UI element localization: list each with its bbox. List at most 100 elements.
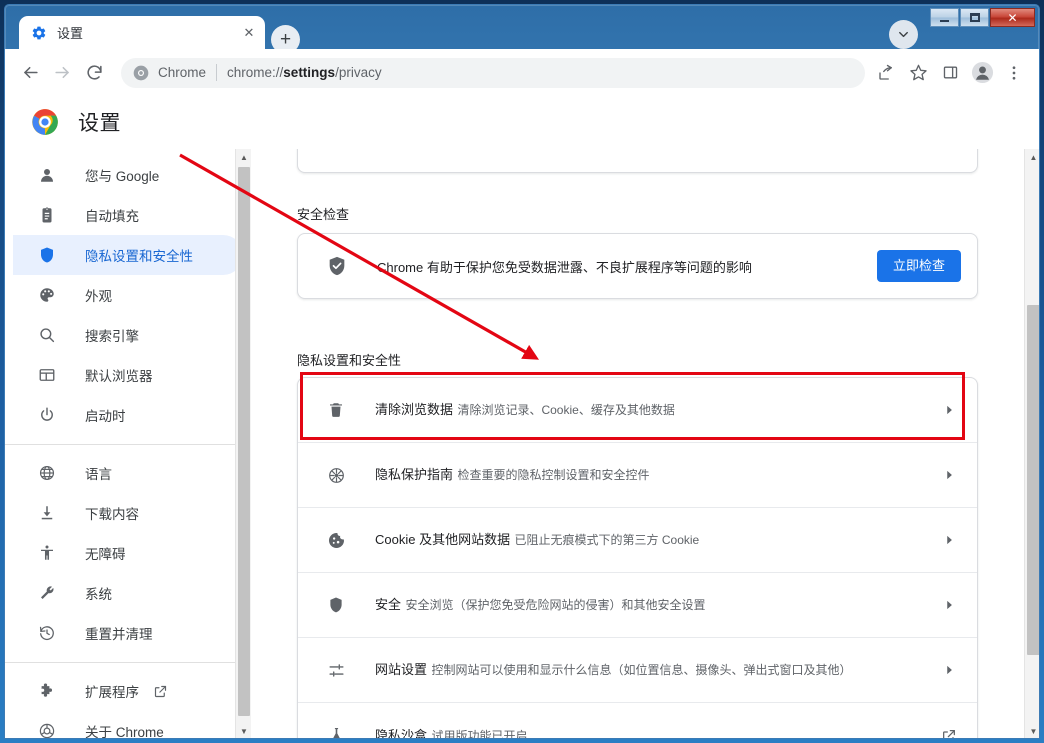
row-text: 安全 安全浏览（保护您免受危险网站的侵害）和其他安全设置 (375, 596, 939, 614)
tab-close-icon[interactable]: ✕ (241, 25, 257, 41)
globe-icon (37, 463, 57, 483)
sidebar-item-label: 下载内容 (85, 507, 139, 522)
sidebar-item-privacy-and-security[interactable]: 隐私设置和安全性 (13, 235, 243, 275)
sidebar-item-languages[interactable]: 语言 (13, 453, 243, 493)
external-link-icon[interactable] (939, 726, 959, 738)
side-panel-icon[interactable] (935, 58, 965, 88)
sidebar-item-label: 重置并清理 (85, 627, 153, 642)
sidebar-item-default-browser[interactable]: 默认浏览器 (13, 355, 243, 395)
row-clear-browsing-data[interactable]: 清除浏览数据 清除浏览记录、Cookie、缓存及其他数据 (298, 378, 977, 443)
sidebar-divider-2 (5, 662, 251, 663)
row-site-settings[interactable]: 网站设置 控制网站可以使用和显示什么信息（如位置信息、摄像头、弹出式窗口及其他） (298, 638, 977, 703)
chevron-right-icon[interactable] (939, 660, 959, 680)
sidebar-item-you-and-google[interactable]: 您与 Google (13, 155, 243, 195)
profile-avatar-icon[interactable] (967, 58, 997, 88)
chevron-right-icon[interactable] (939, 595, 959, 615)
window-close-button[interactable]: ✕ (990, 8, 1035, 27)
trash-icon (326, 400, 346, 420)
row-title: 安全 (375, 597, 402, 612)
row-title: 隐私保护指南 (375, 467, 454, 482)
sidebar-group-footer: 扩展程序 关于 Chrome (5, 671, 251, 738)
window-maximize-button[interactable] (960, 8, 989, 27)
row-security[interactable]: 安全 安全浏览（保护您免受危险网站的侵害）和其他安全设置 (298, 573, 977, 638)
card-above-fold (297, 149, 978, 173)
settings-scrollport: 安全检查 Chrome 有助于保护您免受数据泄露、不良扩展程序等问题的影响 立即… (252, 149, 1024, 739)
sidebar-scroll-up-arrow-icon[interactable]: ▲ (236, 149, 251, 166)
reload-icon[interactable] (79, 58, 109, 88)
bookmark-star-icon[interactable] (903, 58, 933, 88)
sidebar-item-downloads[interactable]: 下载内容 (13, 493, 243, 533)
row-text: 清除浏览数据 清除浏览记录、Cookie、缓存及其他数据 (375, 401, 939, 419)
sidebar-scrollbar-thumb[interactable] (238, 167, 250, 716)
share-icon[interactable] (871, 58, 901, 88)
chevron-right-icon[interactable] (939, 400, 959, 420)
main-scrollbar[interactable]: ▲ ▼ (1024, 149, 1039, 738)
puzzle-icon (37, 681, 57, 701)
sidebar-item-appearance[interactable]: 外观 (13, 275, 243, 315)
back-arrow-icon[interactable] (15, 58, 45, 88)
privacy-settings-list: 清除浏览数据 清除浏览记录、Cookie、缓存及其他数据 隐私保护指南 检查重要… (297, 377, 978, 739)
row-text: Cookie 及其他网站数据 已阻止无痕模式下的第三方 Cookie (375, 531, 939, 549)
window-minimize-button[interactable] (930, 8, 959, 27)
sidebar-item-system[interactable]: 系统 (13, 573, 243, 613)
row-title: 隐私沙盒 (375, 727, 428, 739)
cookie-icon (326, 530, 346, 550)
external-link-icon (153, 684, 168, 699)
url-suffix: /privacy (335, 65, 382, 80)
three-dot-menu-icon[interactable] (999, 58, 1029, 88)
settings-sidebar: 您与 Google 自动填充 隐私设置和安全性 外观 搜索引擎 默认浏览器 启动… (5, 149, 252, 738)
tab-search-chevron-down-icon[interactable] (889, 20, 918, 49)
sidebar-item-extensions[interactable]: 扩展程序 (13, 671, 243, 711)
sidebar-item-label: 隐私设置和安全性 (85, 249, 193, 264)
address-bar[interactable]: Chrome chrome://settings/privacy (121, 57, 865, 88)
main-scrollbar-thumb[interactable] (1027, 305, 1039, 655)
omnibox-site-label: Chrome (158, 65, 207, 80)
omnibox-separator (216, 64, 218, 81)
wrench-icon (37, 583, 57, 603)
person-icon (37, 165, 57, 185)
shield-icon (37, 245, 57, 265)
chevron-right-icon[interactable] (939, 465, 959, 485)
row-title: 清除浏览数据 (375, 402, 454, 417)
window-caption-buttons: ✕ (929, 8, 1035, 27)
sidebar-group-main: 您与 Google 自动填充 隐私设置和安全性 外观 搜索引擎 默认浏览器 启动… (5, 149, 251, 435)
row-text: 隐私保护指南 检查重要的隐私控制设置和安全控件 (375, 466, 939, 484)
chevron-right-icon[interactable] (939, 530, 959, 550)
sidebar-item-autofill[interactable]: 自动填充 (13, 195, 243, 235)
sidebar-group-secondary: 语言 下载内容 无障碍 系统 重置并清理 (5, 453, 251, 653)
row-subtitle: 试用版功能已开启 (431, 728, 528, 739)
sidebar-item-accessibility[interactable]: 无障碍 (13, 533, 243, 573)
row-privacy-guide[interactable]: 隐私保护指南 检查重要的隐私控制设置和安全控件 (298, 443, 977, 508)
settings-page: 设置 在设置中搜索 您与 Google (5, 96, 1039, 739)
settings-main-panel: 安全检查 Chrome 有助于保护您免受数据泄露、不良扩展程序等问题的影响 立即… (252, 149, 1039, 739)
search-icon (37, 325, 57, 345)
sidebar-scroll-down-arrow-icon[interactable]: ▼ (236, 723, 251, 738)
sidebar-item-on-startup[interactable]: 启动时 (13, 395, 243, 435)
page-title: 设置 (78, 112, 121, 135)
row-privacy-sandbox[interactable]: 隐私沙盒 试用版功能已开启 (298, 703, 977, 739)
url-prefix: chrome:// (227, 65, 284, 80)
url-bold: settings (283, 65, 336, 80)
power-icon (37, 405, 57, 425)
tab-title: 设置 (57, 26, 84, 41)
safety-check-card: Chrome 有助于保护您免受数据泄露、不良扩展程序等问题的影响 立即检查 (297, 233, 978, 299)
sidebar-item-label: 外观 (85, 289, 112, 304)
sidebar-item-about-chrome[interactable]: 关于 Chrome (13, 711, 243, 738)
sidebar-item-search-engine[interactable]: 搜索引擎 (13, 315, 243, 355)
row-title: 网站设置 (375, 662, 428, 677)
sidebar-item-reset-and-cleanup[interactable]: 重置并清理 (13, 613, 243, 653)
browser-toolbar: Chrome chrome://settings/privacy (5, 49, 1039, 96)
sidebar-scrollbar[interactable]: ▲ ▼ (235, 149, 251, 738)
main-scroll-up-arrow-icon[interactable]: ▲ (1025, 149, 1039, 166)
sliders-icon (326, 660, 346, 680)
row-cookies-and-site-data[interactable]: Cookie 及其他网站数据 已阻止无痕模式下的第三方 Cookie (298, 508, 977, 573)
main-scroll-down-arrow-icon[interactable]: ▼ (1025, 723, 1039, 738)
section-title-safety-check: 安全检查 (297, 207, 350, 222)
tab-strip: 设置 ✕ + ✕ (5, 5, 1039, 54)
forward-arrow-icon[interactable] (47, 58, 77, 88)
browser-tab-settings[interactable]: 设置 ✕ (19, 16, 265, 49)
browser-icon (37, 365, 57, 385)
check-now-button[interactable]: 立即检查 (876, 250, 961, 282)
sidebar-item-label: 默认浏览器 (85, 369, 153, 384)
sidebar-item-label: 启动时 (85, 409, 126, 424)
